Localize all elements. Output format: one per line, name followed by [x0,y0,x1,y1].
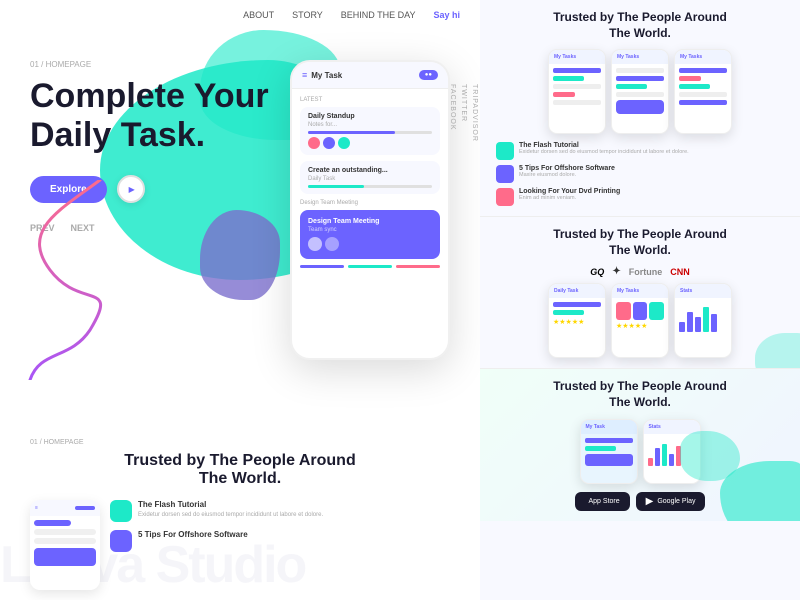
cards-row: ≡ The Flash Tutorial Exidetur dorsen sed… [30,500,450,590]
right-title-1: Trusted by The People AroundThe World. [496,10,784,41]
right-section-2: Trusted by The People AroundThe World. G… [480,217,800,369]
r-article-2: 5 Tips For Offshore Software Maxire eius… [496,165,784,183]
right-section-3: Trusted by The People AroundThe World. M… [480,369,800,520]
brand-logos: GQ ✦ Fortune CNN [496,266,784,277]
r-article-icon-1 [496,142,514,160]
social-tripadvisor: TRIPADVISOR [469,80,480,146]
wavy-line [20,180,180,380]
article-body-1: Exidetur dorsen sed do eiusmod tempor in… [138,511,323,519]
rp-phone-6: Stats [674,283,732,358]
rp-phone-4: Daily Task ★★★★★ [548,283,606,358]
navigation: ABOUT STORY BEHIND THE DAY Say hi [243,10,460,20]
r-article-body-1: Exidetur dorsen sed do eiusmod tempor in… [519,149,689,157]
stars-2: ★★★★★ [616,322,647,330]
right-articles-1: The Flash Tutorial Exidetur dorsen sed d… [496,142,784,206]
r-article-icon-2 [496,165,514,183]
r-article-title-1: The Flash Tutorial [519,142,689,149]
right-title-2: Trusted by The People AroundThe World. [496,227,784,258]
phone-body: LATEST Daily Standup Notes for... Create… [292,89,448,276]
phone-card-blue: Design Team Meeting Team sync [300,210,440,259]
rp-phone-7: My Task [580,419,638,484]
appstore-label: App Store [589,498,620,505]
article-title-2: 5 Tips For Offshore Software [138,530,248,539]
googleplay-label: Google Play [657,498,695,505]
breadcrumb: 01 / HOMEPAGE [30,60,269,69]
task-item-2: Create an outstanding... Daily Task [300,161,440,194]
mini-phone-left: ≡ [30,500,100,590]
r-article-title-2: 5 Tips For Offshore Software [519,165,615,172]
nav-about[interactable]: ABOUT [243,10,274,20]
article-title-1: The Flash Tutorial [138,500,323,509]
phone-mockup: ≡ My Task ●● LATEST Daily Standup Notes … [290,60,450,360]
r-article-body-2: Maxire eiusmod dolore. [519,172,615,180]
stars-1: ★★★★★ [553,318,584,326]
rp-phone-1: My Tasks [548,49,606,134]
google-icon: ▶ [646,496,654,507]
brand-fortune: Fortune [629,267,663,277]
social-twitter: TWITTER [458,80,469,146]
nav-story[interactable]: STORY [292,10,323,20]
r-article-1: The Flash Tutorial Exidetur dorsen sed d… [496,142,784,160]
nav-sayhi[interactable]: Say hi [433,10,460,20]
r-article-title-3: Looking For Your Dvd Printing [519,188,620,195]
rp-phone-2: My Tasks [611,49,669,134]
googleplay-button[interactable]: ▶ Google Play [636,492,706,511]
brand-gq: GQ [590,267,604,277]
appstore-button[interactable]: App Store [575,492,630,511]
article-icon-2 [110,530,132,552]
rp-phone-3: My Tasks [674,49,732,134]
article-icon-1 [110,500,132,522]
section-title: Trusted by The People AroundThe World. [30,452,450,488]
section-label: 01 / HOMEPAGE [30,439,450,446]
rp-phones: My Tasks My Tasks [496,49,784,134]
article-item-2: 5 Tips For Offshore Software [110,530,450,552]
right-section-1: Trusted by The People AroundThe World. M… [480,0,800,217]
nav-behind[interactable]: BEHIND THE DAY [341,10,416,20]
phone-header: ≡ My Task ●● [292,62,448,89]
right-panel: Trusted by The People AroundThe World. M… [480,0,800,600]
r-article-3: Looking For Your Dvd Printing Enim ad mi… [496,188,784,206]
section-below: 01 / HOMEPAGE Trusted by The People Arou… [0,419,480,600]
phone-title: My Task [311,71,342,80]
right-title-3: Trusted by The People AroundThe World. [496,379,784,410]
r-article-body-3: Enim ad minim veniam. [519,195,620,203]
brand-cnn: CNN [670,267,690,277]
social-sidebar: TRIPADVISOR TWITTER FACEBOOK [447,80,480,146]
left-panel: ABOUT STORY BEHIND THE DAY Say hi TRIPAD… [0,0,480,600]
rp-phone-5: My Tasks ★★★★★ [611,283,669,358]
r-article-icon-3 [496,188,514,206]
article-list: The Flash Tutorial Exidetur dorsen sed d… [110,500,450,590]
article-item-1: The Flash Tutorial Exidetur dorsen sed d… [110,500,450,522]
hero-title: Complete Your Daily Task. [30,77,269,155]
social-facebook: FACEBOOK [447,80,458,146]
brand-star: ✦ [612,266,620,277]
phone-badge: ●● [419,70,438,80]
rp-phones-2: Daily Task ★★★★★ My Tasks [496,283,784,358]
task-item-1: Daily Standup Notes for... [300,107,440,155]
